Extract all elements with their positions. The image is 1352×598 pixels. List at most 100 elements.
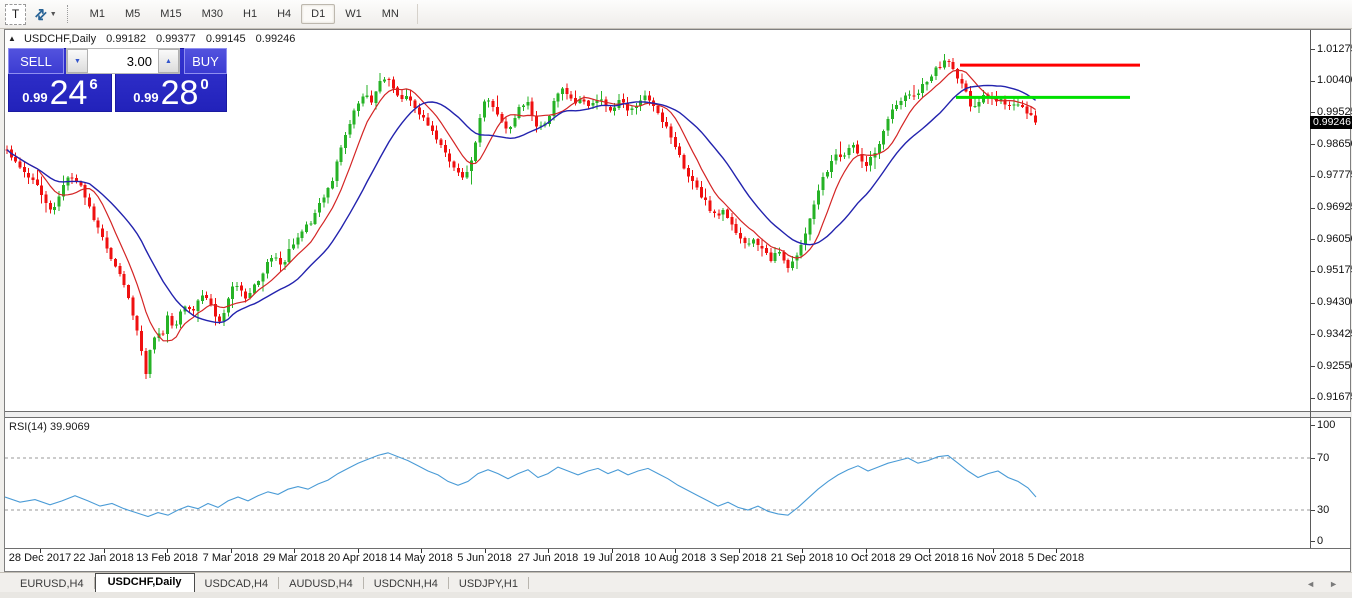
price-axis-label: 0.98650 (1317, 138, 1352, 151)
chart-tab-bar: EURUSD,H4USDCHF,DailyUSDCAD,H4AUDUSD,H4U… (0, 572, 1352, 593)
toolbar-grip (67, 5, 74, 23)
price-axis-tick (1311, 303, 1315, 304)
buy-price-big: 28 (161, 77, 199, 109)
chart-tab-audusd-h4[interactable]: AUDUSD,H4 (279, 576, 363, 593)
timeframe-button-m5[interactable]: M5 (115, 4, 150, 24)
chart-tab-usdjpy-h1[interactable]: USDJPY,H1 (449, 576, 528, 593)
timeframe-button-mn[interactable]: MN (372, 4, 409, 24)
rsi-axis-tick (1311, 510, 1315, 511)
chart-tabs: EURUSD,H4USDCHF,DailyUSDCAD,H4AUDUSD,H4U… (10, 573, 529, 593)
date-axis-label: 3 Sep 2018 (710, 552, 766, 564)
toolbar-separator (417, 4, 418, 24)
price-axis-tick (1311, 366, 1315, 367)
date-axis-label: 27 Jun 2018 (518, 552, 579, 564)
ohlc-close: 0.99246 (256, 33, 296, 45)
price-axis-tick (1311, 398, 1315, 399)
price-axis-tick (1311, 176, 1315, 177)
rsi-axis-tick (1311, 458, 1315, 459)
ohlc-open: 0.99182 (106, 33, 146, 45)
sell-price-big: 24 (50, 77, 88, 109)
date-axis-label: 14 May 2018 (389, 552, 453, 564)
rsi-indicator-label: RSI(14) 39.9069 (9, 421, 90, 433)
buy-price-prefix: 0.99 (133, 90, 158, 105)
chart-tab-usdcad-h4[interactable]: USDCAD,H4 (195, 576, 279, 593)
rsi-axis-label: 100 (1317, 419, 1335, 432)
chart-tab-usdchf-daily[interactable]: USDCHF,Daily (95, 573, 195, 593)
ohlc-low: 0.99145 (206, 33, 246, 45)
price-axis-tick (1311, 49, 1315, 50)
timeframe-button-w1[interactable]: W1 (335, 4, 372, 24)
price-axis-label: 0.93425 (1317, 328, 1352, 341)
price-axis-label: 1.00400 (1317, 74, 1352, 87)
tab-scroll-left-icon[interactable]: ◄ (1306, 579, 1315, 589)
price-axis-label: 0.92550 (1317, 360, 1352, 373)
buy-button[interactable]: BUY (184, 48, 227, 74)
volume-spinner: ▼ 3.00 ▲ (66, 48, 180, 74)
chart-title: ▲ USDCHF,Daily 0.99182 0.99377 0.99145 0… (8, 33, 295, 45)
timeframe-button-h1[interactable]: H1 (233, 4, 267, 24)
rsi-axis: 10070300 (1311, 418, 1352, 548)
rsi-axis-tick (1311, 541, 1315, 542)
timeframe-button-d1[interactable]: D1 (301, 4, 335, 24)
date-axis-label: 29 Oct 2018 (899, 552, 959, 564)
date-axis-label: 22 Jan 2018 (73, 552, 134, 564)
date-axis-label: 10 Aug 2018 (644, 552, 706, 564)
rsi-axis-tick (1311, 425, 1315, 426)
price-axis-label: 0.95175 (1317, 264, 1352, 277)
price-axis-tick (1311, 239, 1315, 240)
text-tool-icon[interactable]: T (5, 4, 26, 25)
application-window: T ⇄ ▼ M1M5M15M30H1H4D1W1MN 1.01275 1.0040… (0, 0, 1352, 598)
one-click-trading-widget: SELL ▼ 3.00 ▲ BUY 0.99 24 6 0.99 28 0 (8, 48, 227, 112)
chart-tab-eurusd-h4[interactable]: EURUSD,H4 (10, 576, 94, 593)
rsi-axis-label: 0 (1317, 535, 1323, 548)
symbol-period-label: USDCHF,Daily (24, 33, 96, 45)
date-axis-label: 28 Dec 2017 (9, 552, 71, 564)
rsi-axis-label: 70 (1317, 452, 1329, 465)
date-axis-label: 21 Sep 2018 (771, 552, 833, 564)
date-axis-label: 20 Apr 2018 (328, 552, 387, 564)
timeframe-group: M1M5M15M30H1H4D1W1MN (80, 4, 409, 24)
price-axis-label: 0.96925 (1317, 201, 1352, 214)
collapse-arrow-icon[interactable]: ▲ (8, 34, 16, 43)
sell-price[interactable]: 0.99 24 6 (8, 76, 112, 110)
sell-button[interactable]: SELL (8, 48, 64, 74)
price-axis-label: 0.94300 (1317, 296, 1352, 309)
price-axis-tick (1311, 81, 1315, 82)
timeframe-button-m30[interactable]: M30 (192, 4, 233, 24)
tab-scroll-right-icon[interactable]: ► (1329, 579, 1338, 589)
date-axis-label: 19 Jul 2018 (583, 552, 640, 564)
timeframe-button-m1[interactable]: M1 (80, 4, 115, 24)
timeframe-button-h4[interactable]: H4 (267, 4, 301, 24)
timeframe-button-m15[interactable]: M15 (150, 4, 191, 24)
volume-input[interactable]: 3.00 (88, 49, 158, 73)
buy-price[interactable]: 0.99 28 0 (115, 76, 227, 110)
sell-price-pips: 6 (89, 76, 97, 93)
buy-price-pips: 0 (200, 76, 208, 93)
volume-decrease-button[interactable]: ▼ (67, 49, 88, 73)
price-axis-label: 0.96050 (1317, 233, 1352, 246)
date-axis-label: 10 Oct 2018 (836, 552, 896, 564)
date-axis-label: 13 Feb 2018 (136, 552, 198, 564)
volume-increase-button[interactable]: ▲ (158, 49, 179, 73)
price-axis-label: 0.91675 (1317, 391, 1352, 404)
date-axis-label: 16 Nov 2018 (961, 552, 1023, 564)
date-axis-label: 5 Jun 2018 (457, 552, 511, 564)
status-strip (0, 592, 1352, 598)
tab-scroll-buttons: ◄ ► (1306, 579, 1352, 593)
crosshair-tool-icon[interactable]: ⇄ (35, 6, 47, 23)
rsi-chart-canvas[interactable] (5, 418, 1310, 548)
price-axis-label: 0.97775 (1317, 169, 1352, 182)
date-axis-label: 29 Mar 2018 (263, 552, 325, 564)
tab-separator (528, 577, 529, 589)
date-axis: 28 Dec 201722 Jan 201813 Feb 2018 7 Mar 2… (5, 549, 1345, 569)
price-axis-tick (1311, 112, 1315, 113)
chart-tab-usdcnh-h4[interactable]: USDCNH,H4 (364, 576, 448, 593)
date-axis-label: 7 Mar 2018 (203, 552, 259, 564)
current-price-tag: 0.99246 (1310, 116, 1352, 129)
price-axis-label: 1.01275 (1317, 43, 1352, 56)
price-axis: 1.012751.004000.995250.986500.977750.969… (1311, 30, 1352, 411)
ohlc-high: 0.99377 (156, 33, 196, 45)
price-axis-tick (1311, 334, 1315, 335)
price-axis-tick (1311, 271, 1315, 272)
sell-price-prefix: 0.99 (22, 90, 47, 105)
